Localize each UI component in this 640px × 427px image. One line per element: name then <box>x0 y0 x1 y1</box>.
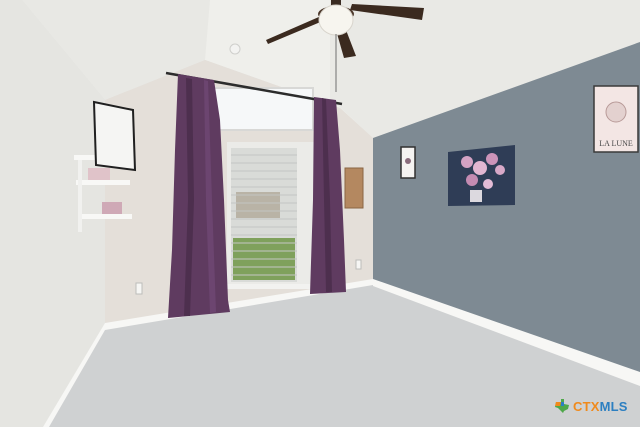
texas-icon <box>555 399 569 413</box>
moon-icon <box>605 101 627 123</box>
ctxmls-watermark: CTXMLS <box>554 396 628 416</box>
cork-board <box>344 167 364 209</box>
window-view-house <box>236 192 280 218</box>
moon-print-text: LA LUNE <box>599 139 633 148</box>
small-frame-flower <box>405 158 411 164</box>
framed-picture <box>92 100 137 172</box>
smoke-detector <box>229 43 241 55</box>
wall-outlet <box>135 282 143 295</box>
window-sill <box>225 284 319 289</box>
watermark-ctx: CTX <box>573 398 600 414</box>
room-photo: LA LUNE <box>0 0 640 427</box>
wall-outlet-2 <box>355 259 362 270</box>
watermark-mls: MLS <box>599 398 628 414</box>
transom-window <box>212 87 314 131</box>
